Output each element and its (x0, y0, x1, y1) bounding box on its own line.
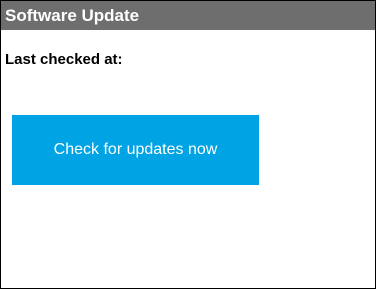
check-for-updates-button[interactable]: Check for updates now (12, 115, 259, 185)
last-checked-label: Last checked at: (5, 51, 123, 68)
window-title: Software Update (1, 1, 375, 30)
software-update-window: Software Update Last checked at: Check f… (0, 0, 376, 289)
